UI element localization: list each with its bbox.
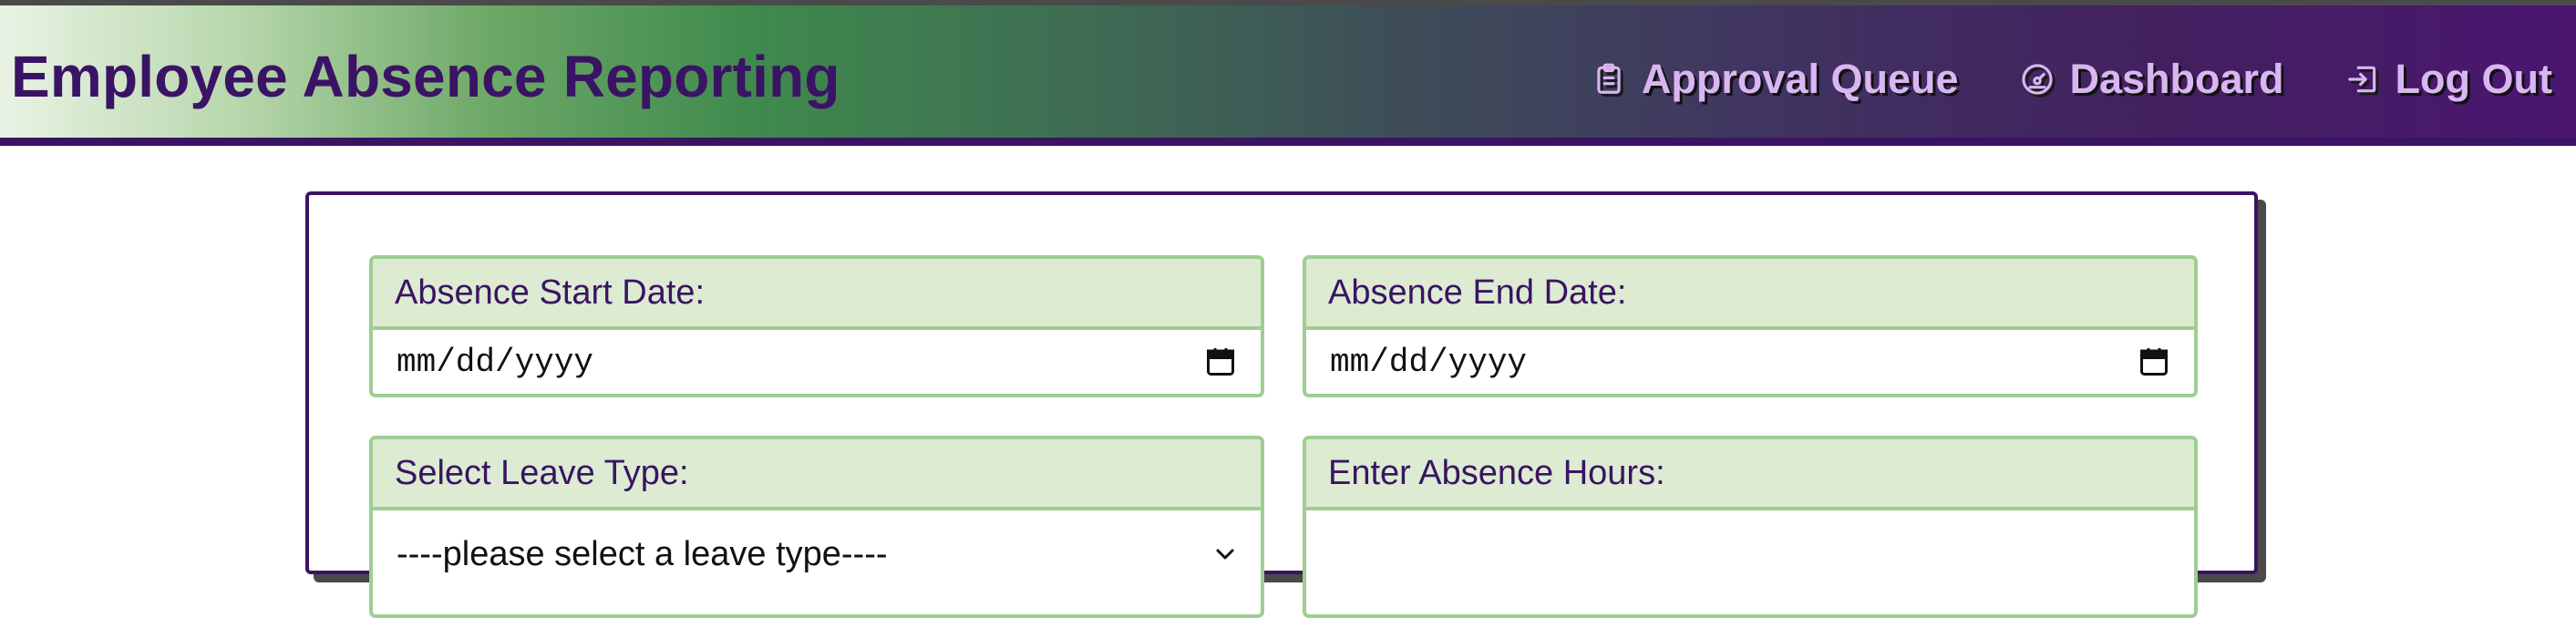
end-date-field: Absence End Date: mm/dd/yyyy bbox=[1303, 255, 2198, 397]
leave-type-selected: ----please select a leave type---- bbox=[397, 534, 888, 573]
nav-dashboard-label: Dashboard bbox=[2069, 56, 2284, 102]
start-date-label: Absence Start Date: bbox=[373, 259, 1261, 330]
app-title: Employee Absence Reporting bbox=[11, 44, 840, 109]
clipboard-icon bbox=[1591, 61, 1627, 98]
start-date-input[interactable]: mm/dd/yyyy bbox=[373, 330, 1261, 394]
leave-type-label: Select Leave Type: bbox=[373, 439, 1261, 510]
app-header: Employee Absence Reporting Approval Queu… bbox=[0, 5, 2576, 146]
leave-type-select[interactable]: ----please select a leave type---- bbox=[373, 510, 1261, 574]
calendar-icon[interactable] bbox=[1204, 345, 1237, 378]
absence-hours-label: Enter Absence Hours: bbox=[1306, 439, 2194, 510]
start-date-field: Absence Start Date: mm/dd/yyyy bbox=[369, 255, 1264, 397]
end-date-label: Absence End Date: bbox=[1306, 259, 2194, 330]
nav-log-out[interactable]: Log Out bbox=[2344, 55, 2552, 104]
nav-dashboard[interactable]: Dashboard bbox=[2019, 55, 2284, 104]
leave-type-field: Select Leave Type: ----please select a l… bbox=[369, 436, 1264, 618]
absence-hours-input[interactable] bbox=[1306, 510, 2194, 574]
end-date-placeholder: mm/dd/yyyy bbox=[1330, 343, 1528, 381]
main-nav: Approval Queue Dashboard Log Out bbox=[1591, 55, 2552, 104]
nav-approval-queue[interactable]: Approval Queue bbox=[1591, 55, 1959, 104]
dashboard-gauge-icon bbox=[2019, 61, 2056, 98]
absence-hours-field: Enter Absence Hours: bbox=[1303, 436, 2198, 618]
end-date-input[interactable]: mm/dd/yyyy bbox=[1306, 330, 2194, 394]
chevron-down-icon bbox=[1213, 521, 1237, 563]
calendar-icon[interactable] bbox=[2138, 345, 2170, 378]
nav-log-out-label: Log Out bbox=[2395, 56, 2552, 102]
absence-form-card: Absence Start Date: mm/dd/yyyy Absence E… bbox=[305, 191, 2258, 618]
nav-approval-queue-label: Approval Queue bbox=[1641, 56, 1959, 102]
start-date-placeholder: mm/dd/yyyy bbox=[397, 343, 594, 381]
log-out-icon bbox=[2344, 61, 2381, 98]
